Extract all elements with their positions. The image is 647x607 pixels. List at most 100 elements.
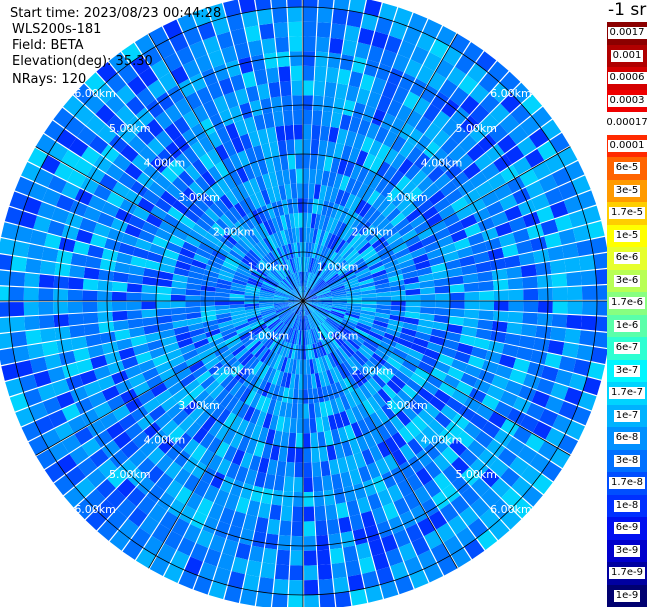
- ppi-cell: [434, 307, 450, 316]
- ppi-cell: [112, 281, 128, 292]
- ppi-cell: [533, 249, 550, 264]
- ppi-cell: [85, 334, 102, 347]
- colorbar-cell: 0.001: [607, 44, 647, 67]
- ppi-cell: [289, 168, 297, 185]
- ppi-cell: [552, 287, 568, 301]
- ppi-cell: [552, 301, 568, 314]
- ppi-cell: [271, 489, 284, 506]
- colorbar-cell: 0.0003: [607, 89, 647, 112]
- ppi-cell: [156, 301, 171, 309]
- ppi-cell: [507, 311, 524, 324]
- ppi-cell: [448, 316, 464, 326]
- ppi-cell: [449, 284, 465, 293]
- colorbar-cell: 3e-7: [607, 359, 647, 382]
- colorbar-tick-label: 1e-9: [613, 589, 641, 602]
- ppi-cell: [405, 294, 421, 301]
- ppi-cell: [56, 250, 73, 265]
- ppi-cell: [67, 301, 83, 314]
- ppi-cell: [567, 286, 583, 300]
- ppi-cell: [287, 0, 302, 8]
- ppi-cell: [246, 560, 262, 577]
- ppi-cell: [249, 545, 264, 563]
- ppi-cell: [537, 313, 553, 327]
- colorbar-tick-label: 0.0017: [607, 27, 647, 40]
- ppi-cell: [303, 389, 309, 404]
- ppi-cell: [508, 301, 524, 312]
- ppi-cell: [463, 282, 480, 292]
- ppi-cell: [12, 241, 30, 258]
- ppi-cell: [296, 168, 303, 184]
- ppi-cell: [25, 258, 42, 274]
- ppi-cell: [54, 262, 71, 277]
- colorbar-tick-label: 6e-8: [613, 432, 641, 445]
- ppi-cell: [287, 154, 296, 170]
- ppi-plot: 1.00km 1.00km 1.00km 1.00km 2.00km 2.00km 2.00…: [0, 0, 612, 607]
- ppi-cell: [279, 80, 292, 97]
- ppi-cell: [547, 340, 565, 355]
- ppi-cell: [229, 301, 245, 305]
- ppi-cell: [170, 287, 186, 295]
- ppi-cell: [347, 574, 365, 592]
- ppi-cell: [518, 252, 536, 266]
- ppi-cell: [214, 301, 230, 306]
- ppi-cell: [53, 275, 69, 289]
- ppi-cell: [303, 183, 309, 199]
- ppi-cell: [316, 22, 332, 38]
- ppi-cell: [355, 542, 372, 560]
- range-label: 1.00km: [317, 260, 359, 273]
- range-label: 1.00km: [248, 260, 290, 273]
- ppi-cell: [70, 336, 88, 350]
- range-label: 3.00km: [386, 191, 428, 204]
- ppi-cell: [304, 565, 318, 581]
- ppi-cell: [292, 95, 303, 111]
- ppi-cell: [294, 462, 303, 478]
- ppi-cell: [520, 324, 537, 337]
- ppi-cell: [320, 460, 331, 477]
- ppi-cell: [303, 550, 317, 566]
- ppi-cell: [303, 154, 311, 169]
- colorbar-tick-label: 1.7e-6: [608, 297, 646, 310]
- nrays-text: NRays: 120: [12, 72, 87, 87]
- ppi-cell: [156, 286, 172, 295]
- colorbar-cell: 1e-8: [607, 494, 647, 517]
- ppi-cell: [463, 309, 480, 319]
- ppi-cell: [464, 291, 480, 301]
- ppi-cell: [297, 198, 303, 213]
- ppi-cell: [337, 68, 351, 86]
- ppi-cell: [567, 301, 583, 315]
- ppi-cell: [0, 302, 10, 317]
- ppi-cell: [313, 491, 325, 507]
- colorbar-tick-label: 1.7e-7: [608, 387, 646, 400]
- ppi-cell: [345, 559, 362, 577]
- ppi-cell: [312, 476, 323, 492]
- ppi-cell: [331, 562, 347, 579]
- ppi-cell: [292, 506, 303, 522]
- ppi-cell: [41, 341, 59, 357]
- ppi-cell: [263, 52, 278, 69]
- ppi-cell: [270, 96, 283, 113]
- ppi-cell: [346, 10, 363, 28]
- ppi-cell: [332, 8, 348, 25]
- ppi-cell: [214, 296, 230, 301]
- ppi-cell: [508, 289, 524, 301]
- ppi-cell: [299, 227, 303, 243]
- ppi-cell: [30, 357, 48, 374]
- ppi-cell: [310, 139, 320, 155]
- ppi-cell: [280, 505, 293, 522]
- ppi-cell: [295, 154, 303, 169]
- ppi-cell: [83, 323, 100, 336]
- ppi-cell: [300, 345, 303, 360]
- colorbar-tick-label: 3e-6: [613, 274, 641, 287]
- ppi-cell: [276, 51, 290, 68]
- ppi-cell: [276, 549, 290, 566]
- ppi-cell: [27, 343, 45, 360]
- ppi-cell: [361, 297, 377, 301]
- ppi-cell: [255, 516, 269, 534]
- ppi-cell: [288, 594, 303, 607]
- ppi-cell: [326, 518, 340, 535]
- ppi-cell: [277, 140, 288, 156]
- ppi-cell: [420, 307, 436, 315]
- ppi-cell: [303, 51, 316, 67]
- ppi-cell: [314, 505, 327, 522]
- ppi-cell: [243, 574, 260, 592]
